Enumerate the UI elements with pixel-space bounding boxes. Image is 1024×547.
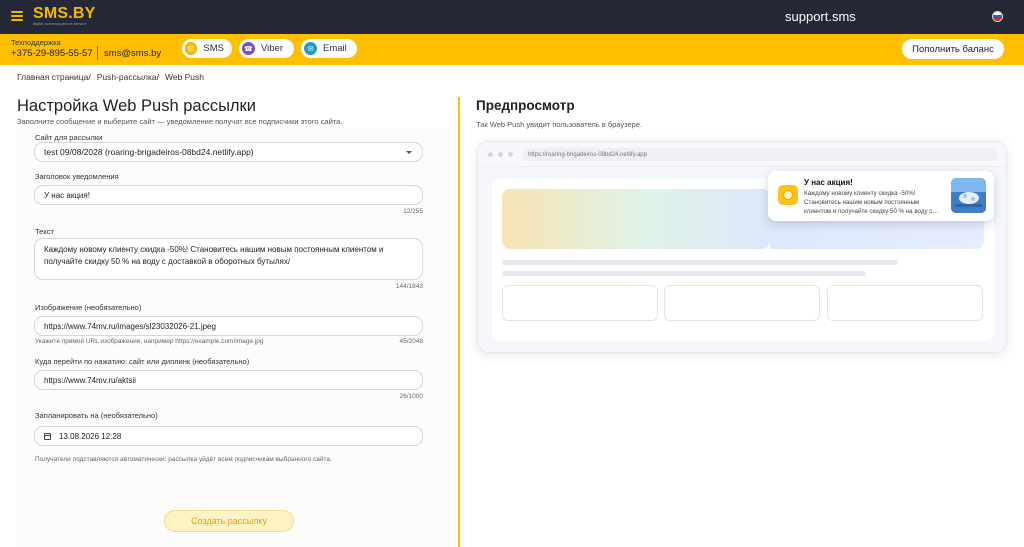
page-subtitle: Заполните сообщение и выберите сайт — ув… bbox=[17, 117, 343, 126]
create-campaign-button[interactable]: Создать рассылку bbox=[164, 510, 294, 532]
site-select-value: test 09/08/2028 (roaring-brigadeiros-08b… bbox=[44, 147, 254, 157]
sms-channel-label: SMS bbox=[203, 43, 224, 54]
window-dot-icon bbox=[508, 152, 513, 157]
notification-title: У нас акция! bbox=[804, 178, 853, 187]
image-url-input[interactable]: https://www.74mv.ru/images/sl23032026-21… bbox=[34, 316, 423, 336]
notification-body: Каждому новому клиенту скидка -50%! Стан… bbox=[804, 190, 939, 215]
breadcrumb-push[interactable]: Push-рассылка/ bbox=[97, 72, 159, 82]
site-select[interactable]: test 09/08/2028 (roaring-brigadeiros-08b… bbox=[34, 142, 423, 162]
sms-icon: ✉ bbox=[185, 42, 198, 55]
hamburger-menu-icon[interactable] bbox=[11, 11, 23, 21]
mock-card bbox=[502, 285, 658, 321]
window-dot-icon bbox=[488, 152, 493, 157]
topup-balance-button[interactable]: Пополнить баланс bbox=[902, 39, 1004, 59]
breadcrumb-home[interactable]: Главная страница/ bbox=[17, 72, 91, 82]
support-phone[interactable]: +375-29-895-55-57 bbox=[11, 48, 93, 59]
site-label: Сайт для рассылки bbox=[35, 133, 103, 142]
preview-title: Предпросмотр bbox=[476, 98, 575, 113]
heading-label: Заголовок уведомления bbox=[35, 172, 119, 181]
breadcrumb-webpush: Web Push bbox=[164, 72, 205, 82]
top-bar: SMS.BY digital communications service su… bbox=[0, 0, 1024, 34]
sms-channel-button[interactable]: ✉ SMS bbox=[182, 39, 232, 58]
vertical-divider bbox=[458, 97, 460, 547]
support-email[interactable]: sms@sms.by bbox=[104, 48, 161, 59]
image-label: Изображение (необязательно) bbox=[35, 303, 142, 312]
schedule-value: 13.08.2026 12:28 bbox=[59, 431, 122, 441]
link-input[interactable]: https://www.74mv.ru/aktsii bbox=[34, 370, 423, 390]
text-textarea-value: Каждому новому клиенту скидка -50%! Стан… bbox=[44, 245, 384, 266]
mock-hero-banner bbox=[502, 189, 770, 249]
heading-counter: 12/255 bbox=[403, 208, 423, 215]
email-icon: ✉ bbox=[304, 42, 317, 55]
divider bbox=[97, 46, 98, 60]
page-title: Настройка Web Push рассылки bbox=[17, 97, 256, 115]
schedule-datetime-input[interactable]: 13.08.2026 12:28 bbox=[34, 426, 423, 446]
schedule-label: Запланировать на (необязательно) bbox=[35, 411, 158, 420]
link-input-value: https://www.74mv.ru/aktsii bbox=[44, 375, 136, 385]
notification-app-icon bbox=[778, 185, 798, 205]
preview-subtitle: Так Web Push увидит пользователь в брауз… bbox=[476, 120, 643, 129]
text-label: Текст bbox=[35, 227, 54, 236]
link-label: Куда перейти по нажатию: сайт или диплин… bbox=[35, 357, 250, 366]
logo-subtitle: digital communications service bbox=[33, 22, 87, 26]
email-channel-button[interactable]: ✉ Email bbox=[301, 39, 357, 58]
calendar-icon[interactable] bbox=[44, 432, 51, 440]
viber-icon: ☎ bbox=[242, 42, 255, 55]
breadcrumb: Главная страница/ Push-рассылка/ Web Pus… bbox=[17, 72, 204, 82]
text-textarea[interactable]: Каждому новому клиенту скидка -50%! Стан… bbox=[34, 238, 423, 280]
mock-card bbox=[827, 285, 983, 321]
image-counter: 45/2048 bbox=[399, 338, 424, 345]
heading-input-value: У нас акция! bbox=[44, 190, 90, 200]
support-label: Техподдержка bbox=[11, 38, 61, 47]
browser-toolbar: https://roaring-brigadeiros-08bd24.netli… bbox=[478, 142, 1006, 167]
language-flag-icon[interactable] bbox=[992, 11, 1003, 22]
chevron-down-icon bbox=[406, 151, 412, 154]
link-counter: 26/1000 bbox=[399, 393, 424, 400]
notification-image bbox=[951, 178, 986, 213]
mock-card bbox=[664, 285, 820, 321]
browser-url-bar: https://roaring-brigadeiros-08bd24.netli… bbox=[522, 148, 998, 161]
push-notification-preview: У нас акция! Каждому новому клиенту скид… bbox=[768, 171, 994, 221]
contact-bar: Техподдержка +375-29-895-55-57 sms@sms.b… bbox=[0, 34, 1024, 65]
mock-text-line bbox=[502, 271, 866, 276]
browser-url: https://roaring-brigadeiros-08bd24.netli… bbox=[528, 151, 647, 158]
window-dot-icon bbox=[498, 152, 503, 157]
viber-channel-button[interactable]: ☎ Viber bbox=[239, 39, 294, 58]
image-hint: Укажите прямой URL изображения, например… bbox=[35, 338, 264, 345]
recipients-note: Получатели подставляются автоматически: … bbox=[35, 456, 332, 463]
support-site-title[interactable]: support.sms bbox=[785, 9, 856, 24]
mock-text-line bbox=[502, 260, 898, 265]
logo[interactable]: SMS.BY bbox=[33, 6, 96, 22]
heading-input[interactable]: У нас акция! bbox=[34, 185, 423, 205]
text-counter: 144/1843 bbox=[395, 283, 423, 290]
viber-channel-label: Viber bbox=[261, 43, 284, 54]
image-url-value: https://www.74mv.ru/images/sl23032026-21… bbox=[44, 321, 216, 331]
email-channel-label: Email bbox=[323, 43, 347, 54]
